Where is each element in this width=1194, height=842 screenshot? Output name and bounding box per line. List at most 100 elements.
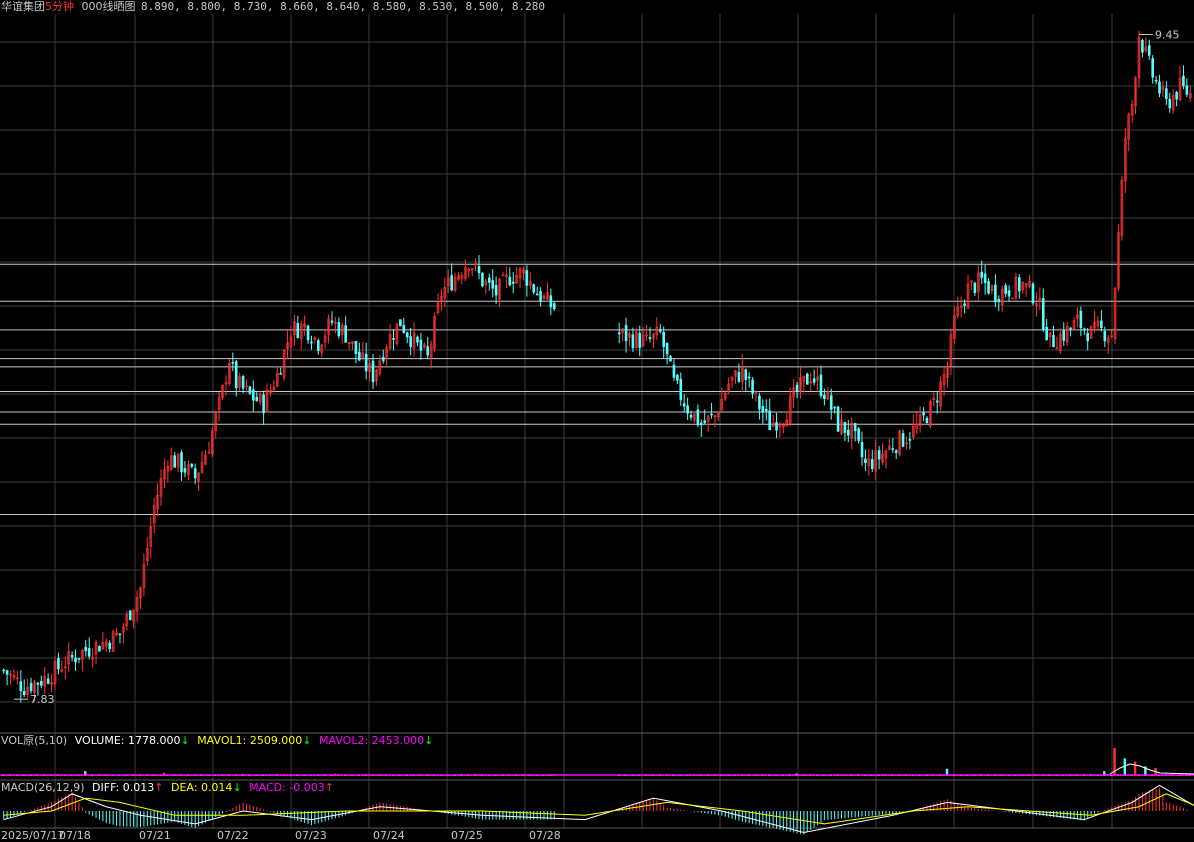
candle xyxy=(1182,75,1185,87)
candle xyxy=(450,275,453,291)
candle xyxy=(98,646,101,652)
candle xyxy=(761,406,765,413)
stock-name[interactable]: 华谊集团 xyxy=(1,0,45,13)
candle xyxy=(508,276,512,286)
macd-arrow: ↑ xyxy=(324,781,335,794)
candle xyxy=(764,408,768,412)
candle xyxy=(118,633,122,636)
candle xyxy=(84,646,88,652)
date-tick-label: 07/23 xyxy=(295,829,327,842)
candle xyxy=(1165,88,1168,99)
candle xyxy=(823,394,826,400)
candle xyxy=(552,303,556,310)
candle xyxy=(744,369,748,380)
candle xyxy=(908,439,912,441)
candle xyxy=(330,320,334,323)
candle xyxy=(686,405,689,414)
volume-arrow: ↓ xyxy=(180,734,190,747)
candle xyxy=(1069,327,1072,330)
candle xyxy=(631,334,635,349)
price-level-lines xyxy=(0,263,1194,516)
candle xyxy=(703,420,707,423)
candle xyxy=(994,284,997,303)
date-tick-label: 07/18 xyxy=(59,829,91,842)
candle xyxy=(870,459,874,469)
candle xyxy=(549,295,553,308)
candle xyxy=(1141,39,1144,53)
candle xyxy=(252,389,255,401)
indicator-values: 8.890, 8.800, 8.730, 8.660, 8.640, 8.580… xyxy=(141,0,545,13)
candle xyxy=(696,409,700,426)
candle xyxy=(57,658,60,670)
candle xyxy=(74,657,77,663)
vol-panel-name[interactable]: VOL原(5,10) xyxy=(1,734,67,747)
chart-grid xyxy=(0,14,1194,829)
candle xyxy=(87,648,91,657)
volume-bar xyxy=(1133,761,1137,776)
candle xyxy=(806,373,809,385)
candle xyxy=(77,657,81,660)
candle xyxy=(108,642,112,649)
candle xyxy=(29,682,33,692)
candle xyxy=(535,293,539,296)
candle xyxy=(795,384,799,392)
candle xyxy=(1004,285,1007,294)
candle xyxy=(662,331,665,347)
candle xyxy=(494,284,498,296)
indicator-name[interactable]: 000线晒图 xyxy=(82,0,136,13)
candle xyxy=(624,325,628,341)
candle xyxy=(344,325,347,343)
candle xyxy=(1062,330,1066,341)
candle xyxy=(193,468,197,479)
candle xyxy=(248,386,252,394)
candle xyxy=(1007,290,1011,297)
candle xyxy=(894,450,898,453)
candle xyxy=(617,332,621,335)
macd-label: MACD: -0.003 xyxy=(249,781,325,794)
candle xyxy=(525,270,529,286)
candle xyxy=(737,371,741,382)
candle xyxy=(891,448,895,450)
axis-labels: 9.45 7.83 2025/07/1707/18 07/21 07/22 07/23 07… xyxy=(1,29,1179,842)
candle xyxy=(392,338,395,340)
candle xyxy=(710,413,713,416)
candle xyxy=(262,394,265,414)
macd-panel-name[interactable]: MACD(26,12,9) xyxy=(1,781,85,794)
high-price-label: 9.45 xyxy=(1155,29,1180,42)
period-label[interactable]: 5分钟 xyxy=(45,0,74,13)
candle xyxy=(1041,298,1045,330)
candle xyxy=(371,360,375,383)
candle xyxy=(699,422,703,426)
candle xyxy=(231,361,235,364)
candle xyxy=(40,680,43,686)
candle xyxy=(409,336,412,348)
date-tick-label: 07/21 xyxy=(139,829,171,842)
mavol1-label: MAVOL1: 2509.000 xyxy=(197,734,303,747)
diff-label: DIFF: 0.013 xyxy=(92,781,155,794)
candle xyxy=(922,412,925,416)
candle xyxy=(364,353,368,372)
candle xyxy=(1185,85,1189,95)
candle xyxy=(1147,45,1151,56)
candle xyxy=(1175,92,1178,100)
candle xyxy=(672,364,676,378)
candle xyxy=(279,373,282,375)
candle xyxy=(306,325,310,341)
date-tick-label: 07/22 xyxy=(217,829,249,842)
candle xyxy=(860,442,864,458)
candle xyxy=(901,433,905,447)
candle xyxy=(1100,320,1103,329)
candle xyxy=(1079,310,1083,328)
candle xyxy=(477,266,481,274)
volume-label: VOLUME: 1778.000 xyxy=(74,734,181,747)
candle xyxy=(1086,333,1090,342)
candle xyxy=(689,414,693,418)
candle xyxy=(419,339,423,351)
candle xyxy=(665,342,669,355)
candle xyxy=(751,379,754,394)
candle xyxy=(1151,58,1154,78)
candle xyxy=(768,410,771,431)
candle xyxy=(381,356,385,361)
diff-arrow: ↑ xyxy=(154,781,164,794)
candle xyxy=(310,341,313,344)
